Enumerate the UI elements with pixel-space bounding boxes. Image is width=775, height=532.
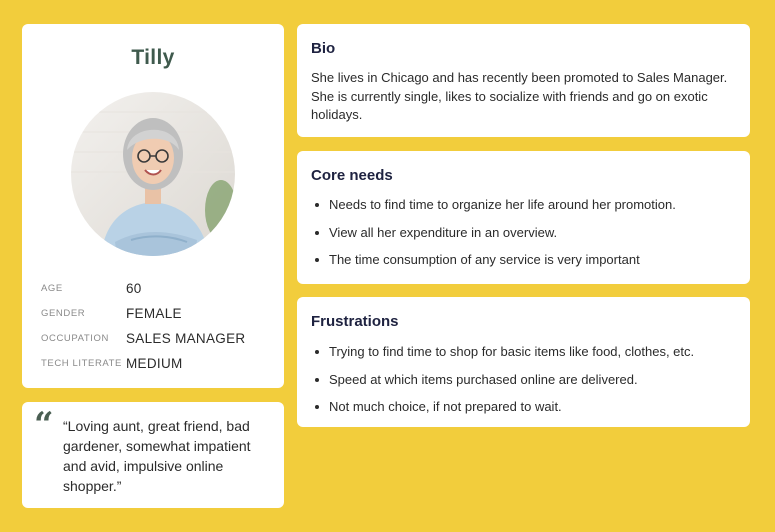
stat-row-age: AGE 60 [41, 276, 245, 301]
persona-quote-card: “ “Loving aunt, great friend, bad garden… [22, 402, 284, 508]
core-needs-list-wrap: Needs to find time to organize her life … [311, 196, 736, 279]
quote-icon: “ [34, 405, 54, 445]
bio-title: Bio [311, 40, 336, 57]
list-item: Trying to find time to shop for basic it… [311, 343, 736, 371]
persona-stats: AGE 60 GENDER FEMALE OCCUPATION SALES MA… [41, 276, 245, 376]
core-needs-title: Core needs [311, 167, 393, 184]
list-item: Speed at which items purchased online ar… [311, 371, 736, 399]
stat-row-occupation: OCCUPATION SALES MANAGER [41, 326, 245, 351]
bio-text: She lives in Chicago and has recently be… [311, 70, 728, 122]
stat-label: TECH LITERATE [41, 358, 122, 369]
list-item: Needs to find time to organize her life … [311, 196, 736, 224]
persona-name: Tilly [131, 46, 175, 69]
persona-avatar [71, 92, 235, 256]
avatar-photo [71, 92, 235, 256]
frustrations-title: Frustrations [311, 313, 399, 330]
core-needs-list: Needs to find time to organize her life … [311, 196, 736, 279]
stat-row-tech-literate: TECH LITERATE MEDIUM [41, 351, 245, 376]
list-item: The time consumption of any service is v… [311, 251, 736, 279]
stat-label: OCCUPATION [41, 333, 109, 344]
list-item: Not much choice, if not prepared to wait… [311, 398, 736, 426]
core-needs-card: Core needs Needs to find time to organiz… [297, 151, 750, 284]
frustrations-list-wrap: Trying to find time to shop for basic it… [311, 343, 736, 426]
bio-card: Bio She lives in Chicago and has recentl… [297, 24, 750, 137]
persona-profile-card: Tilly AGE 60 GENDER FEMALE OCCUPATION SA… [22, 24, 284, 388]
stat-label: GENDER [41, 308, 86, 319]
stat-value: FEMALE [126, 306, 182, 321]
persona-quote: “Loving aunt, great friend, bad gardener… [63, 418, 251, 494]
stat-label: AGE [41, 283, 63, 294]
stat-value: MEDIUM [126, 356, 183, 371]
list-item: View all her expenditure in an overview. [311, 224, 736, 252]
stat-value: SALES MANAGER [126, 331, 246, 346]
stat-value: 60 [126, 281, 142, 296]
frustrations-list: Trying to find time to shop for basic it… [311, 343, 736, 426]
frustrations-card: Frustrations Trying to find time to shop… [297, 297, 750, 427]
stat-row-gender: GENDER FEMALE [41, 301, 245, 326]
